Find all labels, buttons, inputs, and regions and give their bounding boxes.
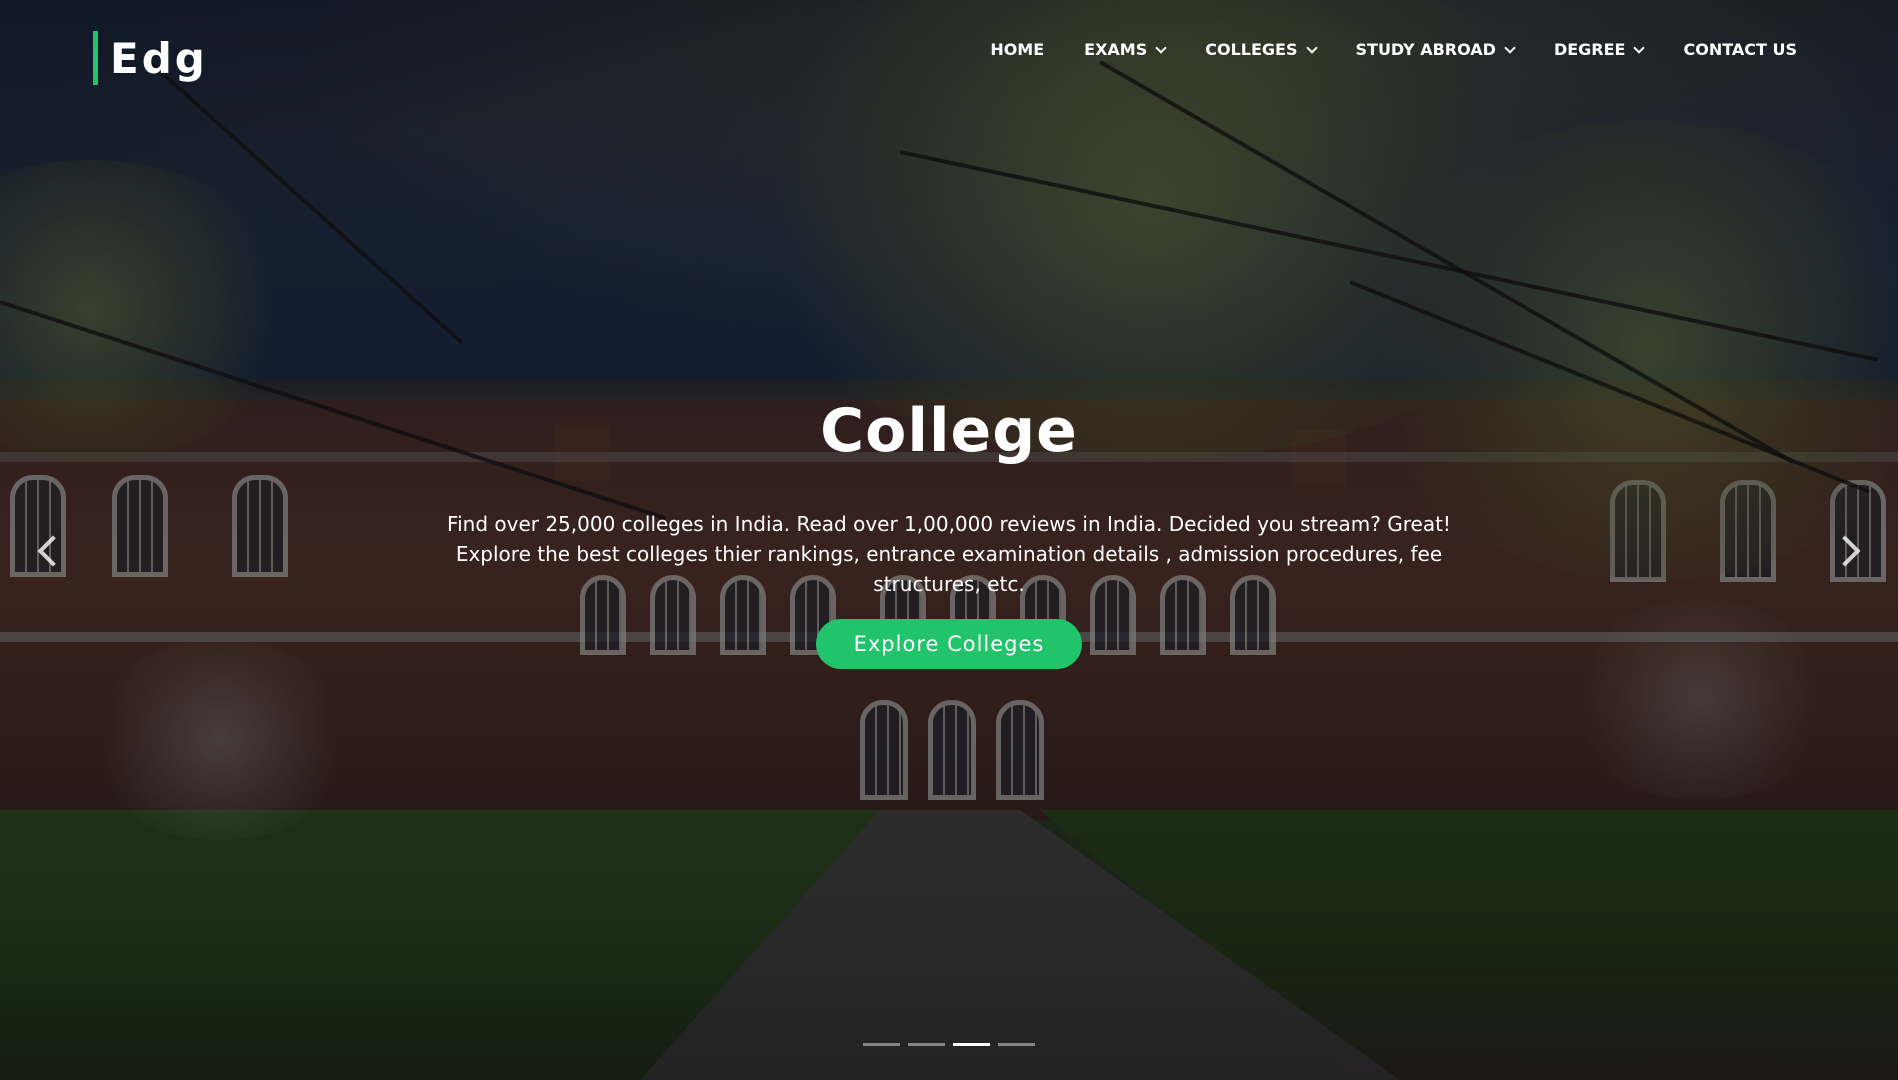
nav-item-label: STUDY ABROAD [1355,40,1496,59]
chevron-down-icon [1155,41,1167,54]
chevron-down-icon [1504,41,1516,54]
main-nav: HOME EXAMS COLLEGES STUDY ABROAD DEGREE … [950,40,1797,59]
hero-carousel: Edg HOME EXAMS COLLEGES STUDY ABROAD DEG… [0,0,1898,1080]
nav-item-label: CONTACT US [1683,40,1797,59]
explore-colleges-button[interactable]: Explore Colleges [816,619,1082,669]
hero-description: Find over 25,000 colleges in India. Read… [447,512,1451,596]
nav-item-label: HOME [990,40,1045,59]
nav-item-label: EXAMS [1084,40,1148,59]
carousel-indicator[interactable] [908,1043,945,1046]
carousel-next-button[interactable] [1829,530,1864,570]
carousel-indicator[interactable] [953,1043,990,1046]
nav-item-degree[interactable]: DEGREE [1553,40,1646,59]
carousel-indicators [0,1043,1898,1046]
nav-item-label: COLLEGES [1205,40,1298,59]
hero-description-wrapper: Find over 25,000 colleges in India. Read… [0,509,1898,599]
chevron-down-icon [1305,41,1318,54]
nav-item-exams[interactable]: EXAMS [1084,40,1167,59]
carousel-indicator[interactable] [998,1043,1035,1046]
site-logo[interactable]: Edg [93,30,208,86]
nav-item-home[interactable]: HOME [990,40,1044,59]
nav-item-contact-us[interactable]: CONTACT US [1683,40,1797,59]
chevron-right-icon [1829,535,1861,567]
nav-item-label: DEGREE [1553,40,1626,59]
carousel-prev-button[interactable] [34,530,69,570]
carousel-indicator[interactable] [863,1043,900,1046]
logo-text: Edg [110,33,208,83]
nav-item-colleges[interactable]: COLLEGES [1205,40,1318,59]
chevron-left-icon [37,535,69,567]
nav-item-study-abroad[interactable]: STUDY ABROAD [1355,40,1516,59]
chevron-down-icon [1633,41,1646,54]
logo-accent-bar [93,31,98,85]
hero-title: College [820,396,1078,466]
